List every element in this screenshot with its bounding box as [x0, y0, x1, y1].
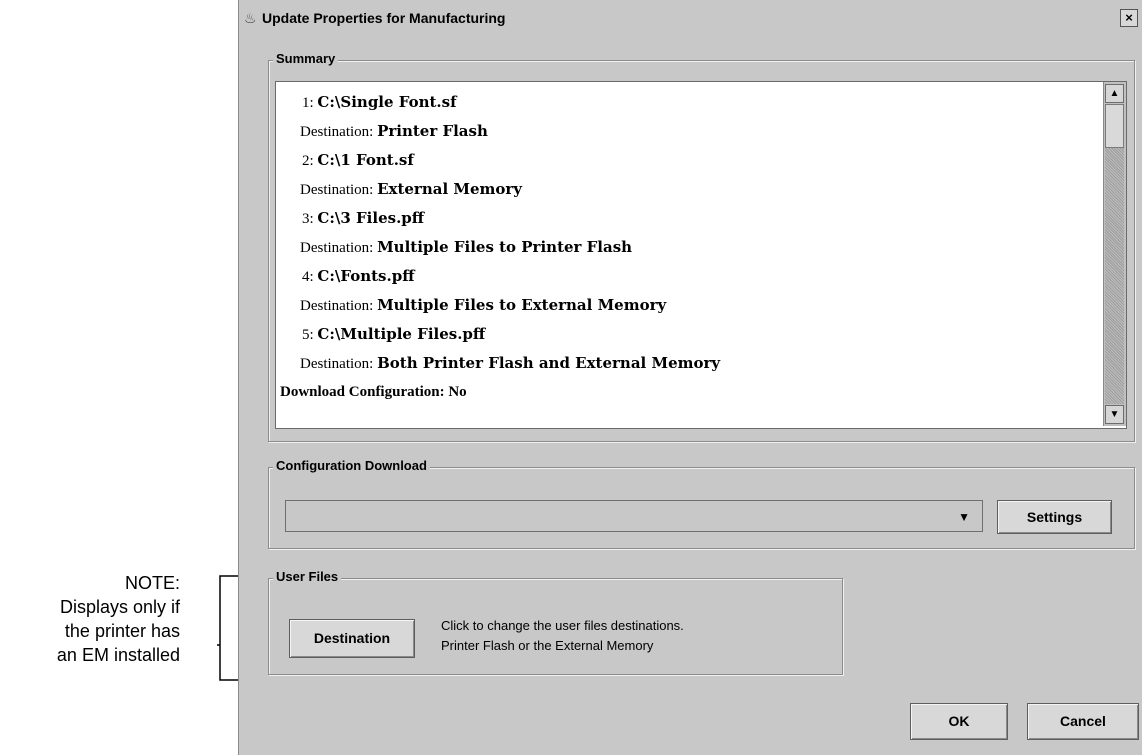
summary-scrollbar[interactable]: ▲ ▼ [1103, 82, 1126, 426]
entry-destination: Both Printer Flash and External Memory [377, 354, 721, 372]
summary-legend: Summary [273, 50, 339, 68]
destination-description: Click to change the user files destinati… [441, 616, 684, 656]
entry-file: C:\1 Font.sf [317, 151, 414, 169]
side-note-line: NOTE: [124, 573, 180, 593]
entry-number: 5: [302, 327, 314, 343]
summary-file-line: 1: C:\Single Font.sf [276, 88, 1096, 117]
configuration-download-legend: Configuration Download [273, 457, 430, 475]
chevron-down-icon[interactable]: ▼ [958, 510, 970, 524]
side-note-line: Displays only if [59, 597, 180, 617]
entry-number: 4: [302, 269, 314, 285]
entry-file: C:\Multiple Files.pff [317, 325, 486, 343]
entry-number: 3: [302, 211, 314, 227]
summary-file-line: 3: C:\3 Files.pff [276, 204, 1096, 233]
entry-number: 2: [302, 153, 314, 169]
configuration-select[interactable]: ▼ [285, 500, 983, 532]
summary-destination-line: Destination: Multiple Files to Printer F… [276, 233, 1096, 262]
destination-label: Destination: [300, 356, 374, 372]
title-bar[interactable]: ♨ Update Properties for Manufacturing × [238, 0, 1142, 40]
entry-number: 1: [302, 95, 314, 111]
summary-destination-line: Destination: Both Printer Flash and Exte… [276, 349, 1096, 378]
close-button[interactable]: × [1120, 9, 1138, 27]
destination-label: Destination: [300, 240, 374, 256]
user-files-legend: User Files [273, 568, 342, 586]
scroll-down-icon[interactable]: ▼ [1105, 405, 1124, 424]
cancel-button[interactable]: Cancel [1027, 703, 1139, 740]
download-configuration-status: Download Configuration: No [280, 384, 467, 400]
summary-group: Summary 1: C:\Single Font.sf Destination… [268, 50, 1135, 442]
settings-button[interactable]: Settings [997, 500, 1112, 534]
java-coffee-cup-icon: ♨ [244, 10, 257, 26]
entry-destination: Multiple Files to External Memory [377, 296, 667, 314]
summary-text-area[interactable]: 1: C:\Single Font.sf Destination: Printe… [275, 81, 1127, 429]
entry-destination: Printer Flash [377, 122, 488, 140]
side-note: NOTE: Displays only if the printer has a… [57, 571, 180, 667]
summary-file-line: 2: C:\1 Font.sf [276, 146, 1096, 175]
scroll-track[interactable] [1105, 148, 1124, 404]
destination-description-line: Printer Flash or the External Memory [441, 638, 654, 653]
summary-file-line: 5: C:\Multiple Files.pff [276, 320, 1096, 349]
summary-content: 1: C:\Single Font.sf Destination: Printe… [276, 88, 1096, 424]
entry-file: C:\Single Font.sf [317, 93, 457, 111]
summary-file-line: 4: C:\Fonts.pff [276, 262, 1096, 291]
side-note-line: an EM installed [56, 645, 180, 665]
destination-label: Destination: [300, 298, 374, 314]
configuration-download-group: Configuration Download ▼ Settings [268, 457, 1135, 549]
summary-destination-line: Destination: Printer Flash [276, 117, 1096, 146]
entry-file: C:\Fonts.pff [317, 267, 415, 285]
entry-destination: Multiple Files to Printer Flash [377, 238, 633, 256]
destination-description-line: Click to change the user files destinati… [441, 618, 684, 633]
destination-label: Destination: [300, 182, 374, 198]
side-note-line: the printer has [64, 621, 180, 641]
entry-destination: External Memory [377, 180, 523, 198]
entry-file: C:\3 Files.pff [317, 209, 425, 227]
destination-button[interactable]: Destination [289, 619, 415, 658]
summary-destination-line: Destination: External Memory [276, 175, 1096, 204]
scroll-thumb[interactable] [1105, 104, 1124, 148]
update-properties-dialog: ♨ Update Properties for Manufacturing × … [238, 0, 1142, 755]
user-files-group: User Files Destination Click to change t… [268, 568, 843, 675]
scroll-up-icon[interactable]: ▲ [1105, 84, 1124, 103]
dialog-title: Update Properties for Manufacturing [262, 10, 506, 26]
destination-label: Destination: [300, 124, 374, 140]
summary-destination-line: Destination: Multiple Files to External … [276, 291, 1096, 320]
ok-button[interactable]: OK [910, 703, 1008, 740]
